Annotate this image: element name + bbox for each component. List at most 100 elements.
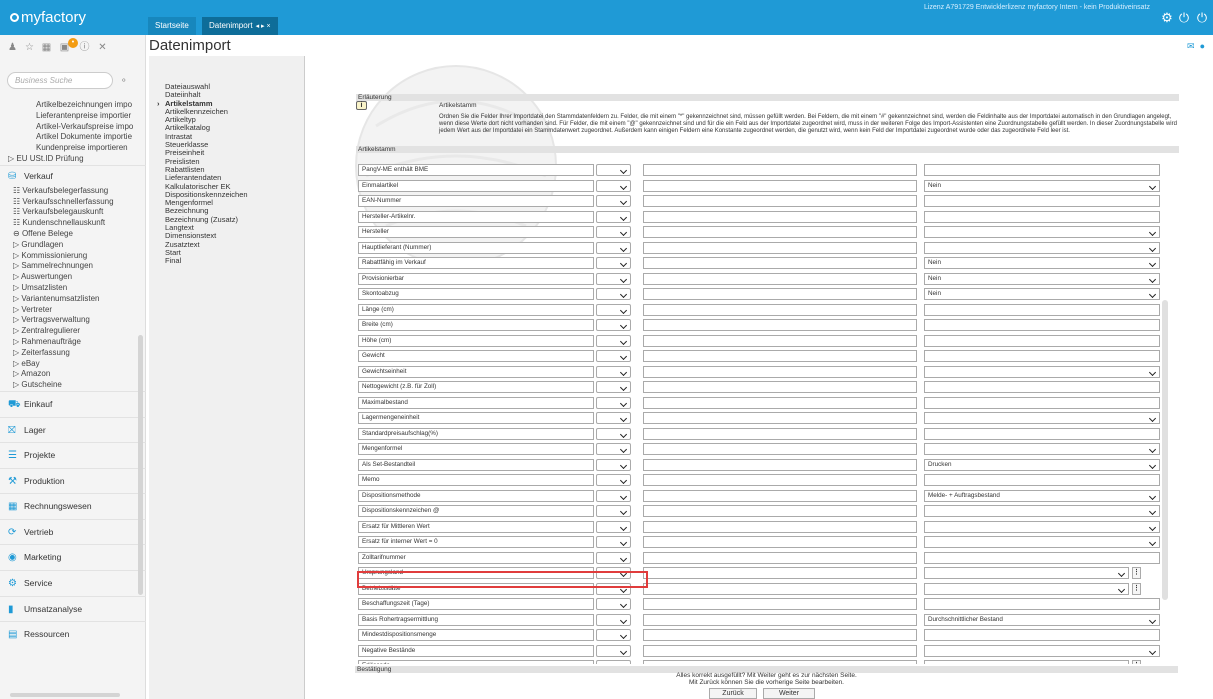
constant-select[interactable] — [924, 644, 1160, 657]
source-field-select[interactable] — [596, 520, 631, 533]
source-field-select[interactable] — [596, 226, 631, 238]
constant-text-input[interactable] — [643, 567, 917, 579]
constant-select[interactable] — [924, 241, 1160, 254]
constant-select[interactable] — [924, 660, 1129, 664]
source-field-select[interactable] — [596, 319, 631, 331]
sidebar-item[interactable]: ☷ Verkaufsbelegerfassung — [0, 186, 146, 197]
constant-input[interactable] — [924, 551, 1160, 564]
constant-text-input[interactable] — [643, 443, 917, 455]
constant-input[interactable] — [924, 303, 1160, 316]
sidebar-scrollbar[interactable] — [138, 335, 143, 595]
sidebar-item[interactable]: ▷ Amazon — [0, 369, 146, 380]
constant-select[interactable] — [924, 443, 1160, 455]
constant-text-input[interactable] — [643, 350, 917, 362]
constant-text-input[interactable] — [643, 598, 917, 610]
sidebar-item[interactable]: ▷ Rahmenaufträge — [0, 337, 146, 348]
sidebar-section-marketing[interactable]: ◉ Marketing — [0, 544, 146, 570]
constant-text-input[interactable] — [643, 551, 917, 564]
app-logo[interactable]: myfactory — [10, 9, 86, 26]
constant-select[interactable]: Durchschnittlicher Bestand — [924, 613, 1160, 626]
sidebar-section-lager[interactable]: ⛝ Lager — [0, 416, 146, 443]
power-icon[interactable]: ⏻ — [1177, 11, 1191, 25]
constant-text-input[interactable] — [643, 241, 917, 254]
constant-text-input[interactable] — [643, 210, 917, 223]
constant-text-input[interactable] — [643, 164, 917, 176]
sidebar-item[interactable]: ▷ Gutscheine — [0, 380, 146, 391]
favorites-icon[interactable]: ☆ — [23, 41, 36, 54]
source-field-select[interactable] — [596, 474, 631, 486]
constant-input[interactable] — [924, 334, 1160, 347]
constant-input[interactable] — [924, 210, 1160, 223]
sidebar-item[interactable]: ▷ Vertragsverwaltung — [0, 315, 146, 326]
sidebar-item[interactable]: Artikel Dokumente importie — [0, 132, 146, 143]
constant-text-input[interactable] — [643, 582, 917, 595]
constant-input[interactable] — [924, 319, 1160, 331]
sidebar-item[interactable]: ▷ Vertreter — [0, 305, 146, 316]
source-field-select[interactable] — [596, 536, 631, 548]
source-field-select[interactable] — [596, 613, 631, 626]
sidebar-section-verkauf[interactable]: ⛁ Verkauf — [0, 164, 146, 186]
tab-startseite[interactable]: Startseite — [148, 17, 196, 35]
constant-select[interactable] — [924, 226, 1160, 238]
notification-icon[interactable]: ● — [1200, 41, 1205, 51]
constant-text-input[interactable] — [643, 489, 917, 502]
constant-input[interactable] — [924, 598, 1160, 610]
sidebar-item[interactable]: ▷ Zentralregulierer — [0, 326, 146, 337]
constant-select[interactable]: Nein — [924, 179, 1160, 192]
constant-text-input[interactable] — [643, 381, 917, 393]
source-field-select[interactable] — [596, 598, 631, 610]
constant-text-input[interactable] — [643, 365, 917, 378]
source-field-select[interactable] — [596, 241, 631, 254]
constant-select[interactable]: Drucken — [924, 458, 1160, 471]
constant-text-input[interactable] — [643, 427, 917, 440]
source-field-select[interactable] — [596, 164, 631, 176]
constant-select[interactable]: Nein — [924, 272, 1160, 285]
sidebar-item[interactable]: Artikelbezeichnungen impo — [0, 100, 146, 111]
mail-icon[interactable]: ✉ — [1187, 41, 1195, 51]
grid-scrollbar[interactable] — [1162, 300, 1168, 600]
source-field-select[interactable] — [596, 288, 631, 300]
source-field-select[interactable] — [596, 660, 631, 664]
sidebar-item[interactable]: ▷ eBay — [0, 359, 146, 370]
constant-select[interactable] — [924, 567, 1129, 579]
source-field-select[interactable] — [596, 381, 631, 393]
sidebar-section-ressourcen[interactable]: ▤ Ressourcen — [0, 621, 146, 647]
constant-input[interactable] — [924, 381, 1160, 393]
constant-text-input[interactable] — [643, 613, 917, 626]
source-field-select[interactable] — [596, 551, 631, 564]
business-search-input[interactable]: Business Suche — [7, 72, 113, 89]
source-field-select[interactable] — [596, 303, 631, 316]
sidebar-horizontal-scrollbar[interactable] — [10, 693, 120, 697]
constant-text-input[interactable] — [643, 536, 917, 548]
sidebar-item[interactable]: ▷ Variantenumsatzlisten — [0, 294, 146, 305]
constant-select[interactable] — [924, 520, 1160, 533]
sidebar-item[interactable]: ☷ Kundenschnellauskunft — [0, 218, 146, 229]
constant-select[interactable] — [924, 582, 1129, 595]
source-field-select[interactable] — [596, 396, 631, 409]
constant-select[interactable]: Melde- + Auftragsbestand — [924, 489, 1160, 502]
back-button[interactable]: Zurück — [709, 688, 757, 699]
sidebar-item[interactable]: ⊖ Offene Belege — [0, 229, 146, 240]
sidebar-section-service[interactable]: ⚙ Service — [0, 570, 146, 596]
sidebar-item-eu-ustid[interactable]: ▷ EU USt.ID Prüfung — [0, 154, 146, 165]
constant-select[interactable] — [924, 365, 1160, 378]
constant-select[interactable] — [924, 412, 1160, 424]
source-field-select[interactable] — [596, 334, 631, 347]
constant-text-input[interactable] — [643, 319, 917, 331]
sidebar-item[interactable]: Lieferantenpreise importier — [0, 111, 146, 122]
constant-text-input[interactable] — [643, 505, 917, 517]
source-field-select[interactable] — [596, 350, 631, 362]
source-field-select[interactable] — [596, 489, 631, 502]
logout-icon[interactable]: ⏻ — [1195, 11, 1209, 25]
source-field-select[interactable] — [596, 179, 631, 192]
info-icon[interactable]: ⓘ — [78, 41, 91, 54]
sidebar-section-projekte[interactable]: ☰ Projekte — [0, 442, 146, 468]
constant-select[interactable] — [924, 505, 1160, 517]
constant-text-input[interactable] — [643, 412, 917, 424]
sidebar-section-umsatzanalyse[interactable]: ▮ Umsatzanalyse — [0, 595, 146, 622]
constant-text-input[interactable] — [643, 629, 917, 641]
source-field-select[interactable] — [596, 195, 631, 207]
sidebar-item[interactable]: ☷ Verkaufsbelegauskunft — [0, 207, 146, 218]
constant-input[interactable] — [924, 195, 1160, 207]
constant-input[interactable] — [924, 629, 1160, 641]
